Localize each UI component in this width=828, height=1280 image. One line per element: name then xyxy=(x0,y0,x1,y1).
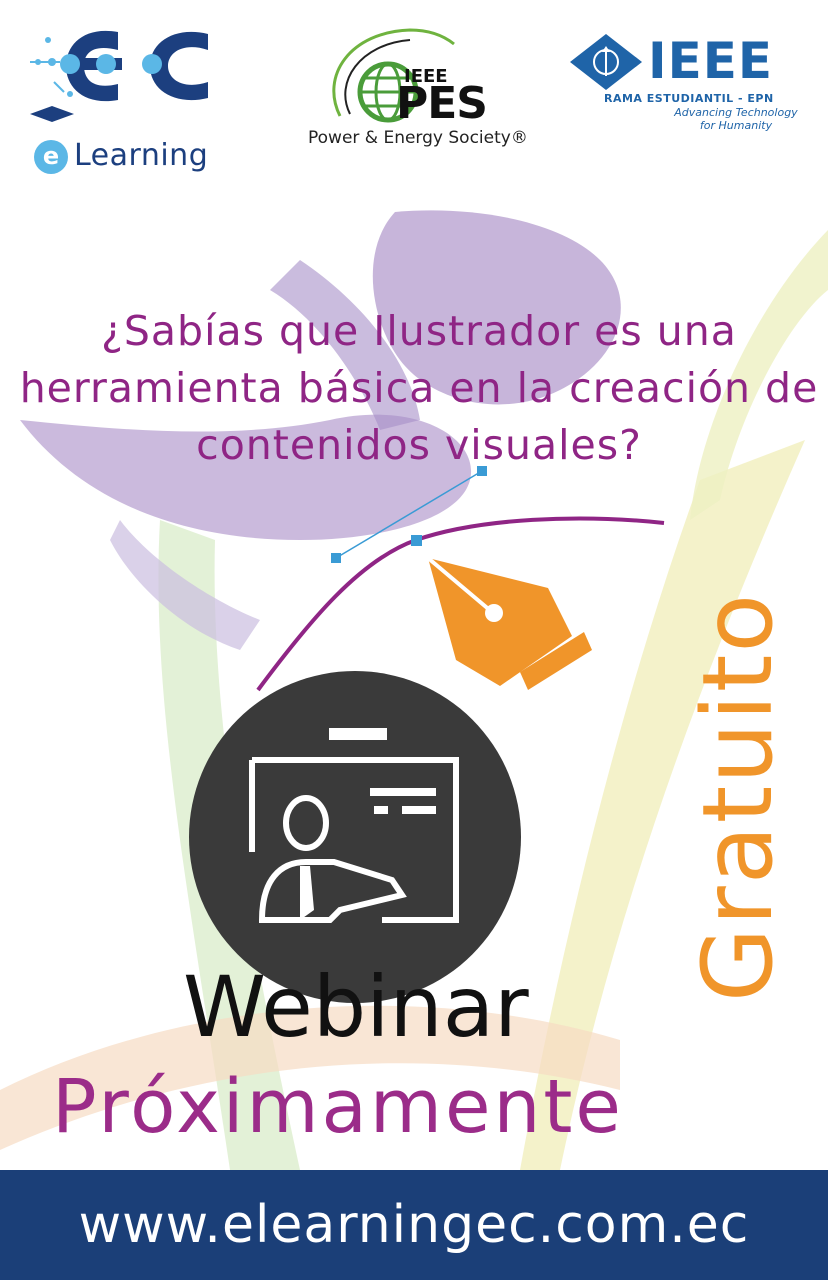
e-badge-icon: e xyxy=(34,140,68,174)
coming-soon-label: Próximamente xyxy=(52,1064,624,1150)
pes-tagline: Power & Energy Society® xyxy=(308,128,528,148)
website-link[interactable]: www.elearningec.com.ec xyxy=(0,1170,828,1280)
footer-band: www.elearningec.com.ec xyxy=(0,1170,828,1280)
presentation-teacher-icon xyxy=(189,671,521,1003)
bezier-anchor xyxy=(411,535,422,546)
elearning-wordmark: Learning xyxy=(74,138,209,173)
ieee-epn-logo: IEEE RAMA ESTUDIANTIL - EPN Advancing Te… xyxy=(566,30,811,140)
bezier-handle-left xyxy=(331,553,341,563)
pes-wordmark: PES xyxy=(396,78,488,129)
ieee-pes-logo: IEEE PES Power & Energy Society® xyxy=(300,26,530,156)
ieee-branch-label: RAMA ESTUDIANTIL - EPN xyxy=(604,92,774,105)
pen-tool-icon xyxy=(426,556,592,690)
ieee-diamond-icon xyxy=(570,34,642,90)
ieee-slogan: Advancing Technology for Humanity xyxy=(674,106,798,132)
flyer: e Learning IEEE PES Power & Energy Socie… xyxy=(0,0,828,1280)
ec-logo-mark xyxy=(30,30,208,122)
ec-elearning-logo: e Learning xyxy=(30,22,220,174)
free-label: Gratuito xyxy=(682,591,794,1003)
ieee-wordmark: IEEE xyxy=(648,32,774,90)
event-type-title: Webinar xyxy=(183,958,529,1056)
headline-question: ¿Sabías que Ilustrador es una herramient… xyxy=(19,307,819,469)
